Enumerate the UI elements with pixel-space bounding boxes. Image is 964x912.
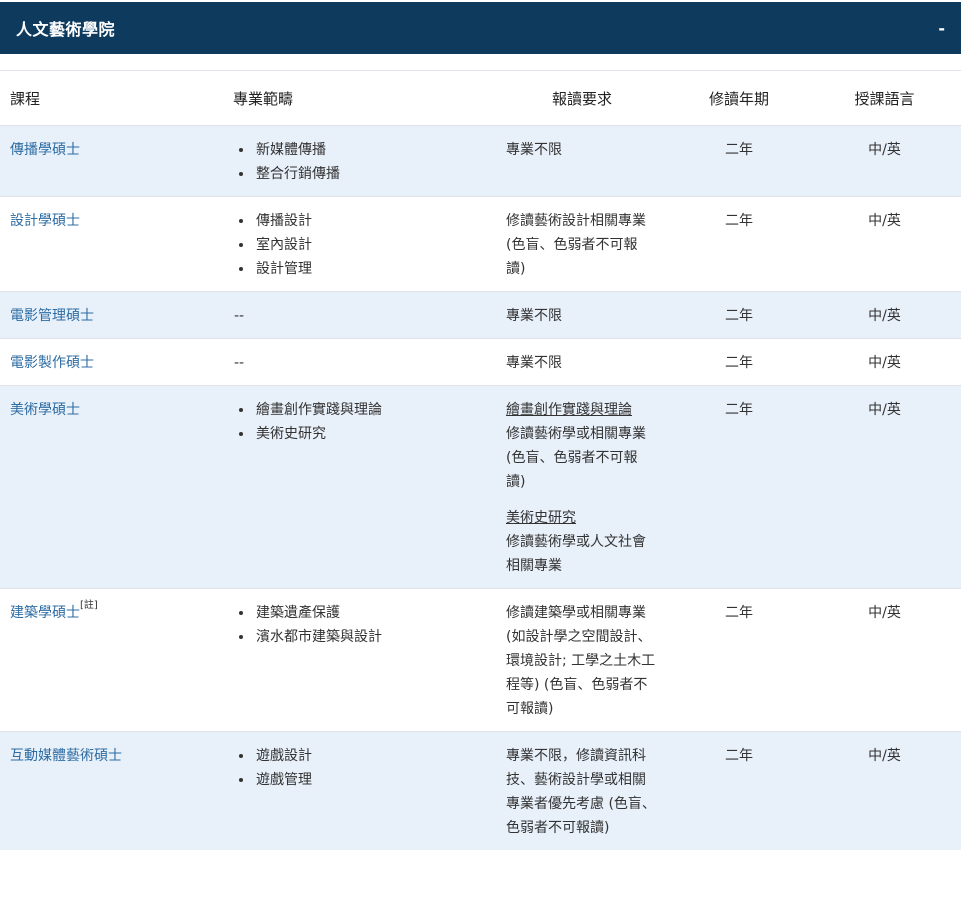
range-item: 繪畫創作實踐與理論 [254,398,484,422]
requirement-cell: 修讀藝術設計相關專業(色盲、色弱者不可報讀) [494,196,670,292]
range-item: 遊戲管理 [254,768,484,792]
collapse-toggle[interactable]: - [938,19,945,38]
course-cell: 電影管理碩士 [0,291,223,339]
years-cell: 二年 [670,385,808,589]
range-item: 濱水都市建築與設計 [254,625,484,649]
range-item: 整合行銷傳播 [254,162,484,186]
language-cell: 中/英 [808,731,961,850]
course-link[interactable]: 美術學碩士 [10,402,80,418]
requirement-text: 修讀藝術設計相關專業(色盲、色弱者不可報讀) [506,213,646,277]
requirement-text: 修讀藝術學或人文社會相關專業 [506,534,646,574]
requirement-text: 修讀建築學或相關專業(如設計學之空間設計、環境設計; 工學之土木工程等) (色盲… [506,605,656,717]
course-cell: 互動媒體藝術碩士 [0,731,223,850]
course-cell: 設計學碩士 [0,196,223,292]
range-cell: 新媒體傳播整合行銷傳播 [223,125,494,197]
requirement-cell: 修讀建築學或相關專業(如設計學之空間設計、環境設計; 工學之土木工程等) (色盲… [494,588,670,732]
table-row: 美術學碩士繪畫創作實踐與理論美術史研究繪畫創作實踐與理論修讀藝術學或相關專業 (… [0,385,961,589]
faculty-panel: 人文藝術學院 - 課程 專業範疇 報讀要求 修讀年期 授課語言 傳播學碩士 新媒體… [0,2,961,850]
course-cell: 電影製作碩士 [0,338,223,386]
years-cell: 二年 [670,196,808,292]
requirement-block: 專業不限 [506,304,656,328]
range-empty: -- [234,308,245,324]
course-link[interactable]: 傳播學碩士 [10,142,80,158]
language-cell: 中/英 [808,385,961,589]
requirement-block: 修讀建築學或相關專業(如設計學之空間設計、環境設計; 工學之土木工程等) (色盲… [506,601,656,721]
header-language: 授課語言 [808,70,961,126]
range-item: 建築遺產保護 [254,601,484,625]
table-row: 互動媒體藝術碩士 遊戲設計遊戲管理專業不限，修讀資訊科技、藝術設計學或相關專業者優… [0,731,961,850]
table-row: 建築學碩士[註]建築遺產保護濱水都市建築與設計修讀建築學或相關專業(如設計學之空… [0,588,961,732]
course-cell: 傳播學碩士 [0,125,223,197]
language-cell: 中/英 [808,196,961,292]
requirement-text: 修讀藝術學或相關專業 (色盲、色弱者不可報讀) [506,426,646,490]
range-item: 設計管理 [254,257,484,281]
years-cell: 二年 [670,291,808,339]
range-list: 建築遺產保護濱水都市建築與設計 [234,601,484,649]
range-item: 傳播設計 [254,209,484,233]
range-item: 美術史研究 [254,422,484,446]
range-list: 新媒體傳播整合行銷傳播 [234,138,484,186]
requirement-text: 專業不限 [506,142,562,158]
requirement-text: 專業不限 [506,308,562,324]
range-item: 室內設計 [254,233,484,257]
header-years: 修讀年期 [670,70,808,126]
range-list: 繪畫創作實踐與理論美術史研究 [234,398,484,446]
requirement-cell: 專業不限 [494,291,670,339]
panel-header[interactable]: 人文藝術學院 - [0,2,961,54]
language-cell: 中/英 [808,291,961,339]
years-cell: 二年 [670,338,808,386]
table-row: 傳播學碩士 新媒體傳播整合行銷傳播 專業不限 二年中/英 [0,125,961,197]
course-link[interactable]: 設計學碩士 [10,213,80,229]
panel-title: 人文藝術學院 [16,20,116,39]
course-link[interactable]: 電影管理碩士 [10,308,94,324]
table-row: 電影製作碩士 -- 專業不限 二年 中/英 [0,338,961,386]
range-cell: 傳播設計室內設計設計管理 [223,196,494,292]
range-cell: 繪畫創作實踐與理論美術史研究 [223,385,494,589]
requirement-block: 專業不限 [506,138,656,162]
header-requirement: 報讀要求 [494,70,670,126]
requirement-text: 專業不限，修讀資訊科技、藝術設計學或相關專業者優先考慮 (色盲、色弱者不可報讀) [506,748,656,836]
requirement-cell: 繪畫創作實踐與理論 修讀藝術學或相關專業 (色盲、色弱者不可報讀) 美術史研究 修讀藝… [494,385,670,589]
years-cell: 二年 [670,125,808,197]
requirement-cell: 專業不限 [494,125,670,197]
range-list: 遊戲設計遊戲管理 [234,744,484,792]
table-header-row: 課程 專業範疇 報讀要求 修讀年期 授課語言 [0,70,961,126]
years-cell: 二年 [670,731,808,850]
requirement-subtitle: 繪畫創作實踐與理論 [506,402,632,418]
range-cell: 建築遺產保護濱水都市建築與設計 [223,588,494,732]
requirement-block: 修讀藝術設計相關專業(色盲、色弱者不可報讀) [506,209,656,281]
course-cell: 建築學碩士[註] [0,588,223,732]
range-cell: -- [223,291,494,339]
range-empty: -- [234,355,245,371]
language-cell: 中/英 [808,125,961,197]
course-cell: 美術學碩士 [0,385,223,589]
language-cell: 中/英 [808,338,961,386]
requirement-text: 專業不限 [506,355,562,371]
requirement-cell: 專業不限，修讀資訊科技、藝術設計學或相關專業者優先考慮 (色盲、色弱者不可報讀) [494,731,670,850]
header-range: 專業範疇 [223,70,494,126]
range-cell: 遊戲設計遊戲管理 [223,731,494,850]
course-note: [註] [80,600,98,611]
range-list: 傳播設計室內設計設計管理 [234,209,484,281]
language-cell: 中/英 [808,588,961,732]
range-cell: -- [223,338,494,386]
requirement-block: 專業不限，修讀資訊科技、藝術設計學或相關專業者優先考慮 (色盲、色弱者不可報讀) [506,744,656,840]
requirement-block: 美術史研究修讀藝術學或人文社會相關專業 [506,506,656,578]
range-item: 新媒體傳播 [254,138,484,162]
table-row: 電影管理碩士 -- 專業不限 二年 中/英 [0,291,961,339]
requirement-block: 專業不限 [506,351,656,375]
course-link[interactable]: 電影製作碩士 [10,355,94,371]
requirement-subtitle: 美術史研究 [506,510,576,526]
programme-table: 課程 專業範疇 報讀要求 修讀年期 授課語言 傳播學碩士新媒體傳播整合行銷傳播專… [0,70,961,850]
course-link[interactable]: 建築學碩士 [10,605,80,621]
course-link[interactable]: 互動媒體藝術碩士 [10,748,122,764]
header-course: 課程 [0,70,223,126]
requirement-cell: 專業不限 [494,338,670,386]
years-cell: 二年 [670,588,808,732]
requirement-block: 繪畫創作實踐與理論修讀藝術學或相關專業 (色盲、色弱者不可報讀) [506,398,656,494]
range-item: 遊戲設計 [254,744,484,768]
table-row: 設計學碩士 傳播設計室內設計設計管理修讀藝術設計相關專業(色盲、色弱者不可報讀) 二… [0,196,961,292]
